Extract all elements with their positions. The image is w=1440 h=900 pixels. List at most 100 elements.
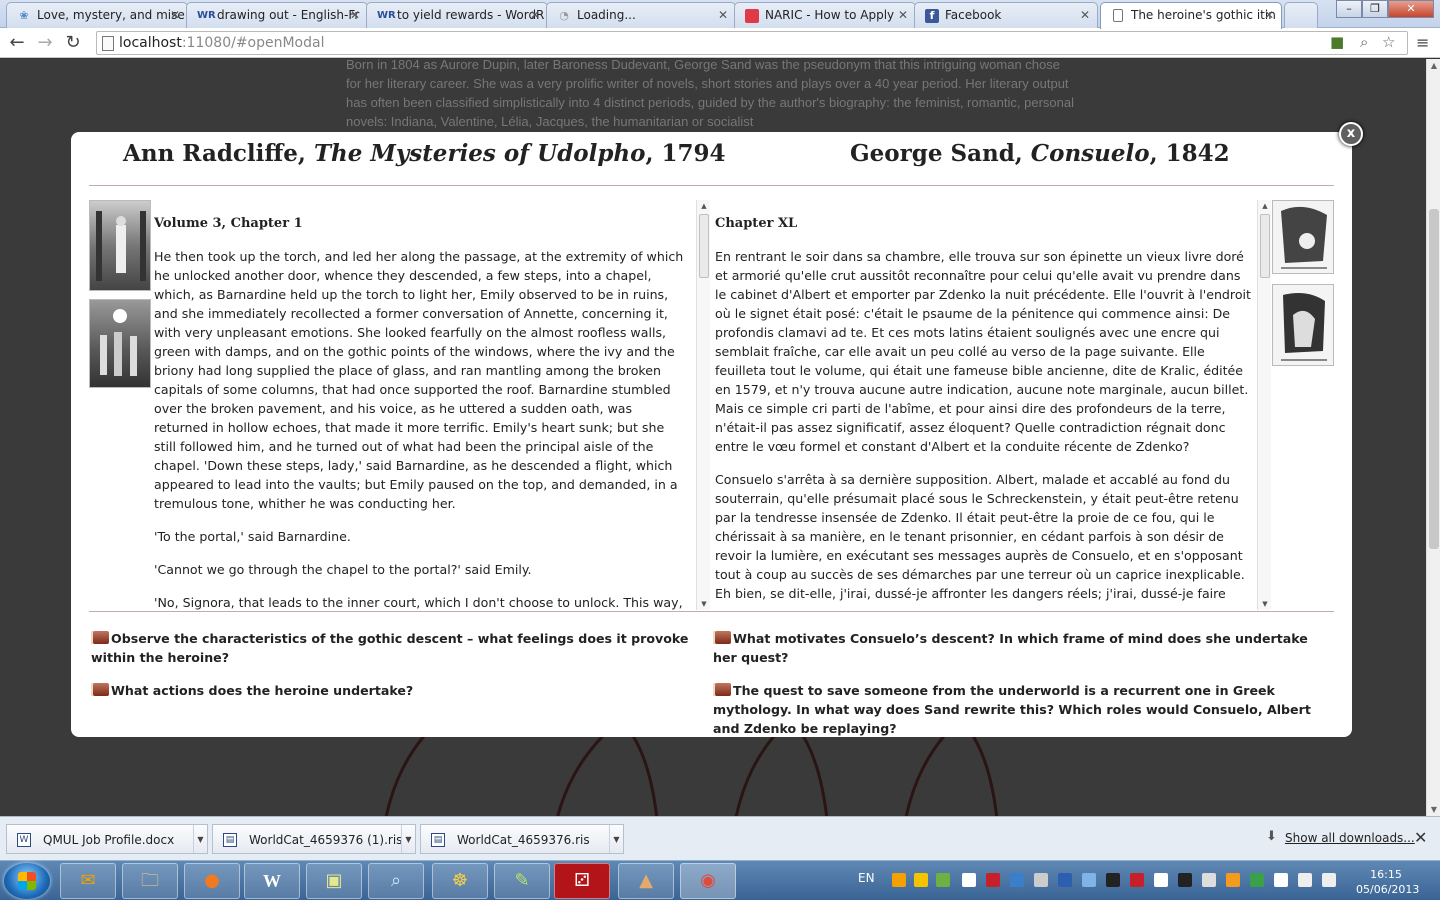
chrome-taskbar-icon[interactable]: ◉ — [680, 863, 736, 899]
scroll-up-arrow[interactable]: ▲ — [1427, 61, 1440, 70]
firefox-taskbar-icon[interactable]: ● — [184, 863, 240, 899]
chevron-down-icon[interactable]: ▼ — [401, 825, 415, 853]
tab-drawing-out[interactable]: WR drawing out - English-Fr ✕ — [186, 2, 368, 28]
book-icon — [91, 631, 109, 644]
app-taskbar-icon[interactable]: ▲ — [618, 863, 674, 899]
extension-icon[interactable]: ■ — [1330, 33, 1344, 51]
naric-icon — [745, 9, 759, 23]
tab-close-icon[interactable]: ✕ — [350, 8, 360, 22]
tray-app-icon[interactable] — [936, 873, 950, 887]
monitor-icon[interactable] — [1202, 873, 1216, 887]
minimize-button[interactable]: – — [1336, 0, 1362, 18]
address-bar[interactable]: localhost:11080/#openModal — [96, 31, 1408, 55]
scrollbar-thumb[interactable] — [1260, 214, 1270, 278]
scroll-down-arrow[interactable]: ▼ — [1427, 805, 1440, 814]
consuelo-illustration-thumbnail[interactable] — [1272, 284, 1334, 366]
python-taskbar-icon[interactable]: ☸ — [432, 863, 488, 899]
menu-icon[interactable]: ≡ — [1416, 33, 1429, 52]
new-tab-button[interactable] — [1284, 2, 1318, 28]
chevron-down-icon[interactable]: ▼ — [609, 825, 623, 853]
tray-app-icon[interactable] — [1154, 873, 1168, 887]
scroll-down-arrow[interactable]: ▼ — [697, 600, 711, 608]
left-pane-scrollbar[interactable]: ▲ ▼ — [696, 200, 710, 610]
tray-app-icon[interactable] — [1106, 873, 1120, 887]
right-pane-scrollbar[interactable]: ▲ ▼ — [1257, 200, 1271, 610]
udolpho-illustration-thumbnail[interactable] — [89, 200, 151, 291]
tab-close-icon[interactable]: ✕ — [170, 8, 180, 22]
outlook-taskbar-icon[interactable]: ✉ — [60, 863, 116, 899]
language-indicator[interactable]: EN — [858, 871, 875, 885]
left-work: The Mysteries of Udolpho — [313, 140, 646, 167]
system-clock[interactable]: 16:15 05/06/2013 — [1356, 867, 1420, 897]
maximize-button[interactable]: ❐ — [1362, 0, 1388, 18]
shield-icon[interactable] — [1010, 873, 1024, 887]
book-icon — [713, 683, 731, 696]
tray-app-icon[interactable] — [1250, 873, 1264, 887]
folder-taskbar-icon[interactable]: ▣ — [306, 863, 362, 899]
acrobat-tray-icon[interactable] — [986, 873, 1000, 887]
tab-close-icon[interactable]: ✕ — [1264, 8, 1274, 22]
outlook-tray-icon[interactable] — [892, 873, 906, 887]
editor-taskbar-icon[interactable]: ✎ — [494, 863, 550, 899]
tab-title: Loading... — [577, 8, 636, 22]
tab-close-icon[interactable]: ✕ — [530, 8, 540, 22]
windows-taskbar: ✉ 🗀 ● W ▣ ⌕ ☸ ✎ ⚂ ▲ ◉ EN 16:15 05/06/201… — [0, 860, 1440, 900]
consuelo-illustration-thumbnail[interactable] — [1272, 200, 1334, 274]
show-all-downloads-link[interactable]: Show all downloads... — [1285, 831, 1415, 845]
tab-close-icon[interactable]: ✕ — [898, 8, 908, 22]
tab-naric[interactable]: NARIC - How to Apply ✕ — [734, 2, 916, 28]
window-close-button[interactable]: ✕ — [1388, 0, 1434, 18]
volume-icon[interactable] — [1322, 873, 1336, 887]
tab-facebook[interactable]: f Facebook ✕ — [914, 2, 1098, 28]
wr-icon: WR — [377, 10, 396, 21]
start-button[interactable] — [4, 863, 50, 899]
tab-loading[interactable]: ◔ Loading... ✕ — [546, 2, 736, 28]
tray-app-icon[interactable] — [1226, 873, 1240, 887]
reload-button[interactable]: ↻ — [62, 32, 84, 54]
power-icon[interactable] — [1274, 873, 1288, 887]
tray-app-icon[interactable] — [1130, 873, 1144, 887]
search-icon[interactable]: ⌕ — [1360, 33, 1368, 51]
download-item-worldcat-1[interactable]: ▤ WorldCat_4659376 (1).ris ▼ — [212, 824, 416, 854]
network-icon[interactable] — [1298, 873, 1312, 887]
word-taskbar-icon[interactable]: W — [244, 863, 300, 899]
tray-app-icon[interactable] — [1178, 873, 1192, 887]
page-scrollbar[interactable]: ▲ ▼ — [1426, 59, 1440, 816]
search-app-taskbar-icon[interactable]: ⌕ — [368, 863, 424, 899]
left-text-pane[interactable]: Volume 3, Chapter 1 He then took up the … — [154, 200, 688, 610]
chevron-down-icon[interactable]: ▼ — [193, 825, 207, 853]
tab-to-yield[interactable]: WR to yield rewards - WordR ✕ — [366, 2, 548, 28]
acrobat-taskbar-icon[interactable]: ⚂ — [554, 863, 610, 899]
explorer-taskbar-icon[interactable]: 🗀 — [122, 863, 178, 899]
right-text-pane[interactable]: Chapter XL En rentrant le soir dans sa c… — [715, 200, 1251, 610]
forward-button[interactable]: → — [34, 32, 56, 54]
clock-date: 05/06/2013 — [1356, 883, 1420, 896]
bluetooth-icon[interactable] — [1058, 873, 1072, 887]
scroll-up-arrow[interactable]: ▲ — [697, 202, 711, 210]
engraving-icon — [100, 309, 137, 376]
tab-heroine-gothic[interactable]: The heroine's gothic itin ✕ — [1100, 2, 1282, 29]
download-item-worldcat-2[interactable]: ▤ WorldCat_4659376.ris ▼ — [420, 824, 624, 854]
scrollbar-thumb[interactable] — [1429, 209, 1439, 549]
tray-app-icon[interactable] — [962, 873, 976, 887]
tray-app-icon[interactable] — [914, 873, 928, 887]
scrollbar-thumb[interactable] — [699, 214, 709, 278]
network-icon[interactable] — [1034, 873, 1048, 887]
tab-title: drawing out - English-Fr — [217, 8, 360, 22]
tab-title: Facebook — [945, 8, 1002, 22]
scroll-down-arrow[interactable]: ▼ — [1258, 600, 1272, 608]
star-icon[interactable]: ☆ — [1382, 33, 1395, 51]
tab-love-mystery[interactable]: ❀ Love, mystery, and mise ✕ — [6, 2, 188, 28]
scroll-up-arrow[interactable]: ▲ — [1258, 202, 1272, 210]
comparison-modal: Ann Radcliffe, The Mysteries of Udolpho,… — [71, 132, 1352, 737]
tab-close-icon[interactable]: ✕ — [1080, 8, 1090, 22]
text-paragraph: Consuelo s'arrêta à sa dernière supposit… — [715, 472, 1245, 601]
right-chapter-heading: Chapter XL — [715, 216, 798, 231]
back-button[interactable]: ← — [6, 32, 28, 54]
close-downloads-icon[interactable]: ✕ — [1414, 828, 1427, 847]
udolpho-illustration-thumbnail[interactable] — [89, 299, 151, 388]
modal-close-button[interactable]: x — [1339, 122, 1363, 146]
tab-close-icon[interactable]: ✕ — [718, 8, 728, 22]
download-item-qmul[interactable]: W QMUL Job Profile.docx ▼ — [6, 824, 208, 854]
tray-app-icon[interactable] — [1082, 873, 1096, 887]
